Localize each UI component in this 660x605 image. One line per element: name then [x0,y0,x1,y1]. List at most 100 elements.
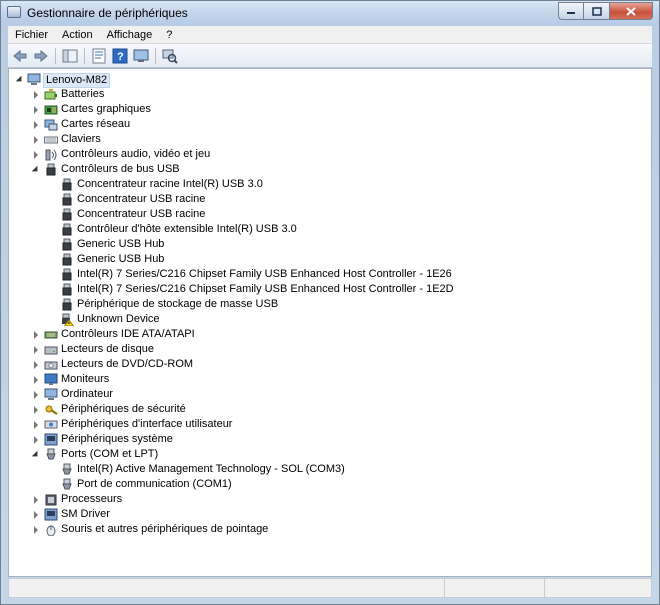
tree-item-label: Cartes réseau [61,118,131,130]
tree-item-label: Unknown Device [77,313,160,325]
tree-item-label: Lecteurs de DVD/CD-ROM [61,358,194,370]
expand-arrow-icon[interactable] [31,390,40,399]
expand-arrow-icon[interactable] [31,150,40,159]
tree-category-processeurs[interactable]: Processeurs [9,492,651,507]
scan-hardware-button[interactable] [161,47,179,65]
tree-device-item[interactable]: Intel(R) 7 Series/C216 Chipset Family US… [9,282,651,297]
expand-arrow-icon[interactable] [31,420,40,429]
port-icon [60,463,74,476]
expand-arrow-icon[interactable] [31,360,40,369]
toolbar: ? [8,44,652,68]
collapse-arrow-icon[interactable] [15,75,24,84]
expand-arrow-icon[interactable] [31,330,40,339]
tree-device-item[interactable]: Generic USB Hub [9,252,651,267]
tree-category-ordinateur[interactable]: Ordinateur [9,387,651,402]
tree-category-cartes-graphiques[interactable]: Cartes graphiques [9,102,651,117]
tree-category-sm-driver[interactable]: SM Driver [9,507,651,522]
usb-icon [44,163,58,176]
audio-icon [44,148,58,161]
properties-icon [92,48,106,63]
forward-button[interactable] [32,47,50,65]
tree-category-controleurs-de-bus-usb[interactable]: Contrôleurs de bus USB [9,162,651,177]
expand-arrow-icon[interactable] [31,135,40,144]
collapse-arrow-icon[interactable] [31,450,40,459]
tree-item-label: Concentrateur racine Intel(R) USB 3.0 [77,178,263,190]
tree-device-item[interactable]: Unknown Device [9,312,651,327]
computer-icon [44,388,58,401]
scan-hardware-icon [162,49,178,64]
tree-item-label: Claviers [61,133,101,145]
menu-bar: Fichier Action Affichage ? [8,26,652,44]
menu-action[interactable]: Action [55,29,100,41]
tree-category-peripheriques-d-interface-utilisateur[interactable]: Périphériques d'interface utilisateur [9,417,651,432]
tree-device-item[interactable]: Périphérique de stockage de masse USB [9,297,651,312]
title-bar[interactable]: Gestionnaire de périphériques [1,1,659,25]
show-hide-console-tree-button[interactable] [61,47,79,65]
tree-category-cartes-reseau[interactable]: Cartes réseau [9,117,651,132]
expand-arrow-icon[interactable] [31,345,40,354]
tree-device-item[interactable]: Port de communication (COM1) [9,477,651,492]
forward-arrow-icon [34,49,48,62]
device-manager-icon [7,6,21,18]
tree-category-peripheriques-de-securite[interactable]: Périphériques de sécurité [9,402,651,417]
battery-icon [44,88,58,101]
tree-category-controleurs-ide-ata-atapi[interactable]: Contrôleurs IDE ATA/ATAPI [9,327,651,342]
tree-category-controleurs-audio-video-et-jeu[interactable]: Contrôleurs audio, vidéo et jeu [9,147,651,162]
expand-arrow-icon[interactable] [31,120,40,129]
expand-arrow-icon[interactable] [31,435,40,444]
tree-device-item[interactable]: Contrôleur d'hôte extensible Intel(R) US… [9,222,651,237]
processor-icon [44,493,58,506]
help-button[interactable]: ? [111,47,129,65]
tree-item-label: Périphérique de stockage de masse USB [77,298,279,310]
back-button[interactable] [11,47,29,65]
menu-help[interactable]: ? [159,29,179,41]
usb-icon [60,178,74,191]
tree-device-item[interactable]: Concentrateur USB racine [9,192,651,207]
tree-root-computer[interactable]: Lenovo-M82 [9,72,651,88]
tree-device-item[interactable]: Concentrateur racine Intel(R) USB 3.0 [9,177,651,192]
tree-category-batteries[interactable]: Batteries [9,87,651,102]
monitor-icon [133,49,149,62]
expand-arrow-icon[interactable] [31,495,40,504]
menu-fichier[interactable]: Fichier [8,29,55,41]
display-adapter-icon [44,103,58,116]
maximize-button[interactable] [584,2,610,20]
toolbar-separator [55,47,56,64]
close-button[interactable] [610,2,653,20]
port-icon [44,448,58,461]
tree-category-souris-et-autres-peripheriques-de-pointage[interactable]: Souris et autres périphériques de pointa… [9,522,651,537]
tree-item-label: Contrôleurs de bus USB [61,163,180,175]
console-tree-icon [62,49,78,62]
expand-arrow-icon[interactable] [31,510,40,519]
disk-drive-icon [44,343,58,356]
tree-item-label: Ports (COM et LPT) [61,448,159,460]
usb-icon [60,223,74,236]
tree-device-item[interactable]: Generic USB Hub [9,237,651,252]
tree-category-peripheriques-systeme[interactable]: Périphériques système [9,432,651,447]
expand-arrow-icon[interactable] [31,375,40,384]
expand-arrow-icon[interactable] [31,525,40,534]
tree-category-ports-com-et-lpt[interactable]: Ports (COM et LPT) [9,447,651,462]
menu-affichage[interactable]: Affichage [100,29,160,41]
collapse-arrow-icon[interactable] [31,165,40,174]
tree-category-lecteurs-de-dvd-cd-rom[interactable]: Lecteurs de DVD/CD-ROM [9,357,651,372]
tree-item-label: Concentrateur USB racine [77,208,206,220]
tree-item-label: SM Driver [61,508,110,520]
tree-category-lecteurs-de-disque[interactable]: Lecteurs de disque [9,342,651,357]
system-device-icon [44,433,58,446]
properties-button[interactable] [90,47,108,65]
tree-device-item[interactable]: Intel(R) 7 Series/C216 Chipset Family US… [9,267,651,282]
tree-device-item[interactable]: Concentrateur USB racine [9,207,651,222]
status-bar [8,578,652,598]
expand-arrow-icon[interactable] [31,405,40,414]
network-adapter-icon [44,118,58,131]
minimize-button[interactable] [558,2,584,20]
expand-arrow-icon[interactable] [31,90,40,99]
tree-category-claviers[interactable]: Claviers [9,132,651,147]
tree-item-label: Périphériques d'interface utilisateur [61,418,233,430]
usb-icon [60,253,74,266]
tree-device-item[interactable]: Intel(R) Active Management Technology - … [9,462,651,477]
tree-category-moniteurs[interactable]: Moniteurs [9,372,651,387]
view-button[interactable] [132,47,150,65]
expand-arrow-icon[interactable] [31,105,40,114]
